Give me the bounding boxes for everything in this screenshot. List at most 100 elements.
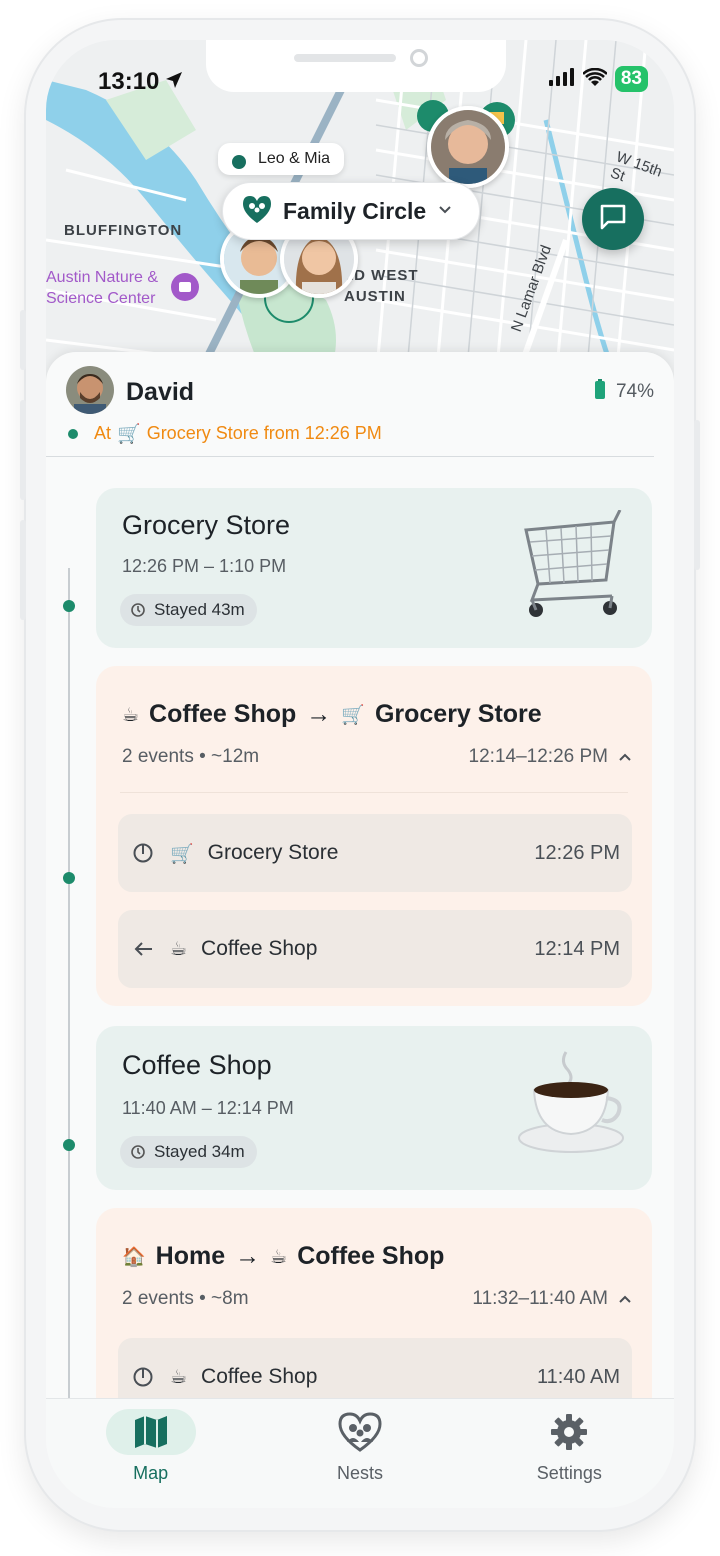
nav-item-settings[interactable]: Settings: [465, 1399, 674, 1508]
trip-events: 2 events • ~12m: [122, 746, 260, 767]
trip-from: Home: [155, 1242, 226, 1270]
arrive-icon: [133, 843, 153, 863]
status-bar-right: 83: [548, 66, 648, 92]
cellular-signal-icon: [548, 67, 575, 91]
nav-item-nests[interactable]: Nests: [255, 1399, 464, 1508]
user-avatar: [66, 365, 114, 419]
arrow-left-icon: [134, 942, 152, 956]
stay-title: Coffee Shop: [122, 1050, 272, 1080]
front-camera: [410, 49, 428, 67]
coffee-icon: ☕: [122, 703, 140, 726]
stay-title: Grocery Store: [122, 510, 291, 540]
event-place: Coffee Shop: [201, 937, 318, 960]
event-place: Grocery Store: [207, 841, 339, 864]
event-row[interactable]: ☕ Coffee Shop 12:14 PM: [118, 910, 632, 988]
status-prefix: At: [94, 423, 112, 443]
trip-to: Grocery Store: [374, 700, 542, 728]
stay-time: 11:40 AM – 12:14 PM: [122, 1098, 294, 1118]
trip-range-text: 12:14–12:26 PM: [468, 746, 608, 767]
avatar-woman[interactable]: [427, 106, 509, 188]
user-header[interactable]: David 74%: [66, 365, 654, 419]
trip-range-text: 11:32–11:40 AM: [472, 1288, 608, 1309]
status-dot: [68, 428, 78, 439]
map-view[interactable]: BLUFFINGTON LD WEST AUSTIN Austin Nature…: [46, 40, 674, 380]
shopping-cart-icon: 🛒: [117, 423, 141, 445]
circle-selector-label: Family Circle: [283, 197, 427, 224]
app-screen: BLUFFINGTON LD WEST AUSTIN Austin Nature…: [46, 40, 674, 1508]
user-status: At 🛒 Grocery Store from 12:26 PM: [68, 422, 382, 445]
nav-label: Nests: [336, 1463, 383, 1483]
trip-range[interactable]: 12:14–12:26 PM: [469, 746, 632, 768]
map-label-austin: AUSTIN: [344, 288, 406, 305]
trip-from: Coffee Shop: [149, 700, 297, 728]
status-bar-time: 13:10: [98, 68, 183, 96]
heart-family-icon: [241, 194, 273, 229]
arrow-right-icon: →: [306, 700, 332, 728]
battery-icon: [594, 379, 606, 405]
pin-label-text: Leo & Mia: [258, 150, 331, 167]
stayed-text: Stayed 43m: [154, 600, 245, 619]
user-name: David: [126, 377, 195, 406]
trip-range[interactable]: 11:32–11:40 AM: [472, 1288, 632, 1310]
volume-down-button: [20, 520, 26, 620]
speaker-grille: [294, 54, 396, 62]
volume-up-button: [20, 400, 26, 500]
map-icon: [105, 1409, 196, 1455]
trip-meta: 2 events • ~8m 11:32–11:40 AM: [122, 1288, 632, 1310]
shopping-cart-icon: 🛒: [170, 842, 194, 865]
shopping-cart-illustration: [516, 509, 626, 627]
timeline-dot: [63, 1139, 75, 1151]
bottom-nav: Map Nests Settings: [46, 1398, 674, 1508]
header-divider: [46, 456, 654, 457]
trip-divider: [120, 792, 628, 793]
arrow-right-icon: →: [235, 1242, 261, 1270]
nav-label: Map: [133, 1463, 169, 1483]
status-time-text: 13:10: [98, 68, 160, 95]
coffee-cup-illustration: [516, 1050, 626, 1159]
timer-icon: [131, 603, 145, 617]
stayed-text: Stayed 34m: [154, 1142, 245, 1161]
arrive-icon: [133, 1367, 153, 1387]
stay-card-grocery[interactable]: Grocery Store 12:26 PM – 1:10 PM Stayed …: [96, 488, 652, 648]
house-icon: 🏠: [122, 1246, 146, 1268]
timeline-line: [68, 568, 70, 1428]
chevron-down-icon: [438, 202, 452, 220]
stayed-chip: Stayed 34m: [120, 1136, 257, 1168]
timeline-sheet: David 74% At 🛒 Grocery Store from 12:26 …: [46, 352, 674, 1448]
nav-label: Settings: [536, 1463, 602, 1483]
stay-time: 12:26 PM – 1:10 PM: [122, 556, 287, 576]
gear-icon: [524, 1409, 614, 1455]
event-time: 11:40 AM: [536, 1365, 620, 1388]
trip-to: Coffee Shop: [297, 1242, 445, 1270]
chat-bubble-icon: [598, 202, 628, 237]
coffee-icon: ☕: [270, 1245, 288, 1268]
event-time: 12:26 PM: [534, 841, 620, 864]
nests-icon: [315, 1409, 405, 1455]
battery-indicator: 83: [614, 66, 648, 92]
location-arrow-icon: [165, 68, 183, 96]
map-poi-line-1[interactable]: Austin Nature &: [46, 267, 158, 288]
timeline-dot: [63, 600, 75, 612]
user-battery-value: 74%: [615, 381, 654, 402]
wifi-icon: [581, 67, 608, 91]
trip-title: ☕ Coffee Shop → 🛒 Grocery Store: [122, 700, 542, 729]
stayed-chip: Stayed 43m: [120, 594, 257, 626]
trip-card-coffee-to-grocery[interactable]: ☕ Coffee Shop → 🛒 Grocery Store 2 events…: [96, 666, 652, 1006]
event-row[interactable]: 🛒 Grocery Store 12:26 PM: [118, 814, 632, 892]
shopping-cart-icon: 🛒: [341, 704, 365, 726]
coffee-icon: ☕: [170, 938, 188, 960]
event-time: 12:14 PM: [534, 937, 620, 960]
map-label-bluffington: BLUFFINGTON: [64, 222, 183, 239]
trip-events: 2 events • ~8m: [122, 1288, 249, 1309]
chat-button[interactable]: [582, 188, 644, 250]
family-circle-selector[interactable]: Family Circle: [222, 182, 480, 240]
event-place: Coffee Shop: [201, 1365, 318, 1388]
mute-switch: [20, 310, 26, 370]
map-pin-label[interactable]: Leo & Mia: [218, 143, 345, 175]
status-text: Grocery Store from 12:26 PM: [146, 423, 382, 443]
map-poi-line-2[interactable]: Science Center: [46, 288, 155, 309]
nav-item-map[interactable]: Map: [46, 1399, 255, 1508]
chevron-up-icon: [619, 753, 631, 761]
timeline-dot: [63, 872, 75, 884]
stay-card-coffee[interactable]: Coffee Shop 11:40 AM – 12:14 PM Stayed 3…: [96, 1026, 652, 1190]
